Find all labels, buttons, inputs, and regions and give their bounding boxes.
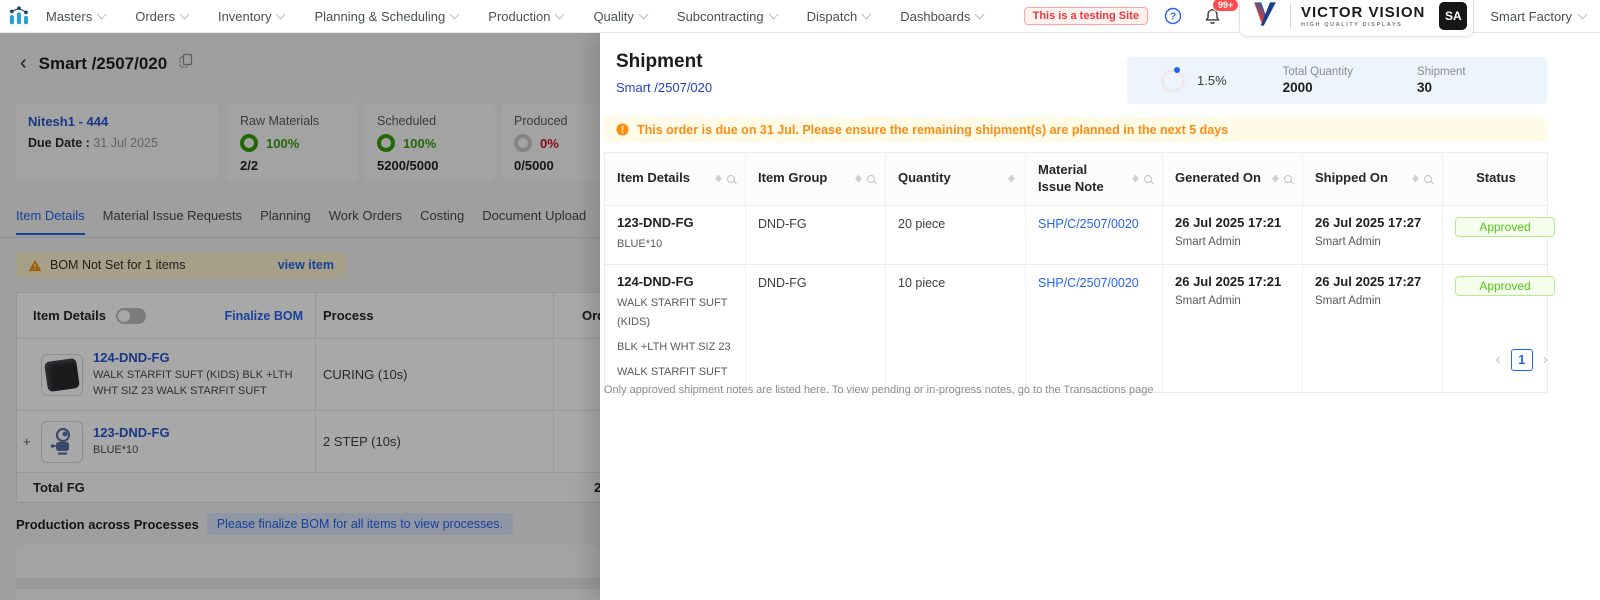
nav-item-dispatch[interactable]: Dispatch bbox=[807, 9, 872, 24]
notifications-button[interactable]: 99+ bbox=[1204, 0, 1240, 25]
page-number-button[interactable]: 1 bbox=[1510, 349, 1533, 371]
drawer-title: Shipment bbox=[616, 51, 703, 72]
nav-item-subcontracting[interactable]: Subcontracting bbox=[677, 9, 779, 24]
factory-selector[interactable]: Smart Factory bbox=[1490, 9, 1588, 24]
table-row[interactable]: 123-DND-FG BLUE*10 DND-FG 20 piece SHP/C… bbox=[605, 205, 1555, 265]
nav-item-production[interactable]: Production bbox=[488, 9, 565, 24]
testing-site-badge: This is a testing Site bbox=[1023, 7, 1148, 25]
chevron-down-icon bbox=[276, 9, 286, 19]
chevron-down-icon bbox=[1577, 9, 1588, 19]
table-header-row: Item Details Item Group Quantity Materia… bbox=[605, 153, 1547, 206]
pagination: ‹ 1 › bbox=[1495, 349, 1548, 371]
info-circle-icon bbox=[616, 123, 629, 136]
victor-vision-logo-icon bbox=[1250, 0, 1280, 34]
nav-item-masters[interactable]: Masters bbox=[46, 9, 107, 24]
nav-item-dashboards[interactable]: Dashboards bbox=[900, 9, 985, 24]
chevron-down-icon bbox=[554, 9, 565, 19]
shipment-drawer: Shipment Smart /2507/020 1.5% Total Quan… bbox=[600, 33, 1600, 600]
top-navigation: Masters Orders Inventory Planning & Sche… bbox=[0, 0, 1600, 37]
sort-icon[interactable] bbox=[715, 172, 722, 185]
nav-item-quality[interactable]: Quality bbox=[593, 9, 649, 24]
material-issue-note-link[interactable]: SHP/C/2507/0020 bbox=[1038, 217, 1139, 231]
search-icon[interactable] bbox=[727, 174, 735, 183]
status-badge: Approved bbox=[1455, 216, 1555, 237]
nav-item-orders[interactable]: Orders bbox=[135, 9, 190, 24]
search-icon[interactable] bbox=[1144, 174, 1152, 183]
shipment-progress-ring bbox=[1161, 66, 1185, 93]
due-date-warning-text: This order is due on 31 Jul. Please ensu… bbox=[637, 122, 1229, 137]
chevron-down-icon bbox=[768, 9, 779, 19]
search-icon[interactable] bbox=[1424, 174, 1432, 183]
table-footnote: Only approved shipment notes are listed … bbox=[604, 384, 1154, 396]
divider bbox=[1289, 3, 1291, 29]
sort-icon[interactable] bbox=[1412, 172, 1419, 185]
search-icon[interactable] bbox=[867, 174, 875, 183]
next-page-icon[interactable]: › bbox=[1543, 351, 1548, 369]
sort-icon[interactable] bbox=[1008, 172, 1015, 185]
total-quantity-value: 2000 bbox=[1282, 80, 1313, 95]
nav-item-inventory[interactable]: Inventory bbox=[218, 9, 286, 24]
previous-page-icon[interactable]: ‹ bbox=[1495, 351, 1500, 369]
table-row[interactable]: 124-DND-FG WALK STARFIT SUFT (KIDS) BLK … bbox=[605, 264, 1555, 393]
chevron-down-icon bbox=[638, 9, 649, 19]
search-icon[interactable] bbox=[1284, 174, 1292, 183]
brand-card: VICTOR VISION HIGH QUALITY DISPLAYS SA bbox=[1238, 0, 1475, 37]
chevron-down-icon bbox=[974, 9, 985, 19]
notification-count-badge: 99+ bbox=[1211, 0, 1240, 12]
shipment-count-value: 30 bbox=[1416, 80, 1432, 95]
svg-text:?: ? bbox=[1170, 12, 1176, 23]
order-link[interactable]: Smart /2507/020 bbox=[616, 80, 712, 95]
chevron-down-icon bbox=[96, 9, 107, 19]
app-logo-icon[interactable] bbox=[8, 5, 30, 27]
sort-icon[interactable] bbox=[1132, 172, 1139, 185]
sort-icon[interactable] bbox=[1272, 172, 1279, 185]
brand-tagline: HIGH QUALITY DISPLAYS bbox=[1300, 21, 1403, 28]
nav-item-planning-scheduling[interactable]: Planning & Scheduling bbox=[314, 9, 460, 24]
user-avatar[interactable]: SA bbox=[1439, 2, 1468, 30]
help-icon[interactable]: ? bbox=[1164, 7, 1182, 25]
shipment-progress-percent: 1.5% bbox=[1197, 73, 1227, 88]
chevron-down-icon bbox=[861, 9, 872, 19]
due-date-warning-banner: This order is due on 31 Jul. Please ensu… bbox=[604, 117, 1547, 142]
brand-name: VICTOR VISION bbox=[1300, 3, 1426, 21]
chevron-down-icon bbox=[449, 9, 460, 19]
material-issue-note-link[interactable]: SHP/C/2507/0020 bbox=[1038, 276, 1139, 290]
sort-icon[interactable] bbox=[855, 172, 862, 185]
nav-menu: Masters Orders Inventory Planning & Sche… bbox=[46, 9, 985, 24]
shipment-table: Item Details Item Group Quantity Materia… bbox=[604, 152, 1555, 393]
shipment-stats-card: 1.5% Total Quantity 2000 Shipment 30 bbox=[1127, 57, 1547, 104]
status-badge: Approved bbox=[1455, 275, 1555, 296]
chevron-down-icon bbox=[179, 9, 190, 19]
app-window: Masters Orders Inventory Planning & Sche… bbox=[0, 0, 1600, 600]
